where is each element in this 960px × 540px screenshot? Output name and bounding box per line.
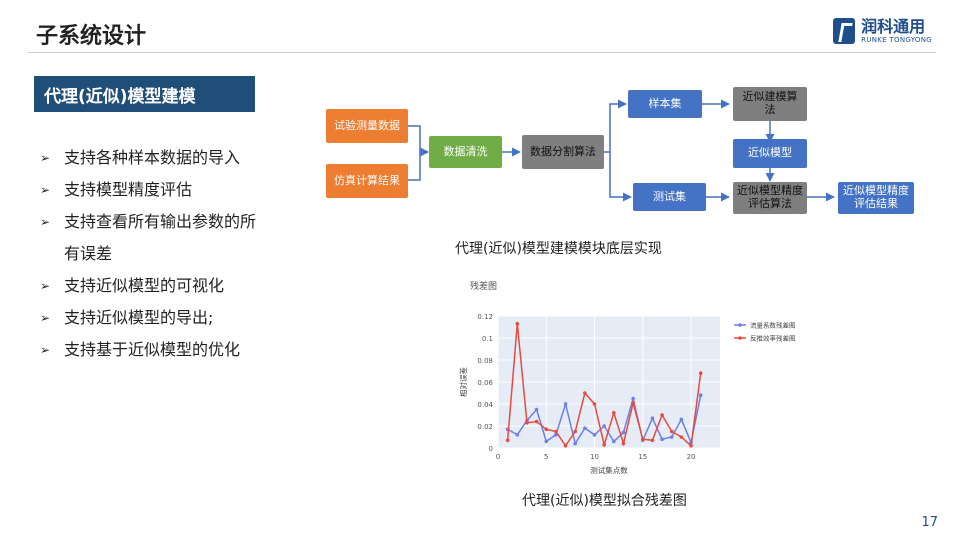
node-approx-modeling-algorithm: 近似建模算法 xyxy=(733,87,807,121)
legend-label: 反推效率残差图 xyxy=(750,334,796,343)
y-tick-label: 0.06 xyxy=(477,379,493,387)
legend-label: 流量系数残差图 xyxy=(750,321,796,330)
flow-connectors xyxy=(408,99,835,202)
x-tick-label: 5 xyxy=(544,453,548,461)
data-point xyxy=(602,424,606,428)
logo-mark-icon xyxy=(833,18,856,44)
data-point xyxy=(534,407,539,412)
x-tick-label: 15 xyxy=(638,453,647,461)
data-point xyxy=(592,402,597,406)
y-tick-label: 0.1 xyxy=(482,335,493,343)
data-point xyxy=(612,411,616,415)
list-item: ➢ 支持近似模型的可视化 xyxy=(40,270,260,302)
list-item: ➢ 支持模型精度评估 xyxy=(40,174,260,206)
data-point xyxy=(698,371,703,375)
data-point xyxy=(515,433,520,437)
arrow-bullet-icon: ➢ xyxy=(40,311,51,325)
y-tick-label: 0.04 xyxy=(477,401,493,409)
data-point xyxy=(698,393,703,397)
y-tick-label: 0.08 xyxy=(477,357,493,365)
node-accuracy-eval-result: 近似模型精度评估结果 xyxy=(838,182,914,214)
arrow-bullet-icon: ➢ xyxy=(40,279,51,293)
x-tick-label: 0 xyxy=(496,453,500,461)
node-sample-set: 样本集 xyxy=(628,90,702,118)
data-point xyxy=(525,420,529,425)
list-item: ➢ 支持查看所有输出参数的所有误差 xyxy=(40,206,260,270)
data-point xyxy=(544,439,549,444)
arrow-bullet-icon: ➢ xyxy=(40,343,51,357)
legend-marker xyxy=(738,323,742,327)
data-point xyxy=(573,441,578,446)
data-point xyxy=(679,435,684,439)
data-point xyxy=(554,429,558,434)
list-item: ➢ 支持各种样本数据的导入 xyxy=(40,142,260,174)
x-axis-label: 测试集点数 xyxy=(590,465,628,475)
data-point xyxy=(592,433,597,437)
node-data-split-algorithm: 数据分割算法 xyxy=(522,135,604,169)
data-point xyxy=(515,321,520,326)
data-point xyxy=(505,438,510,443)
arrow-bullet-icon: ➢ xyxy=(40,151,51,165)
x-tick-label: 10 xyxy=(590,453,599,461)
data-point xyxy=(621,441,626,446)
logo-chinese-name: 润科通用 xyxy=(861,16,926,36)
node-simulation-results: 仿真计算结果 xyxy=(326,164,408,198)
chart-caption: 代理(近似)模型拟合残差图 xyxy=(522,493,687,509)
list-item: ➢ 支持近似模型的导出; xyxy=(40,302,260,334)
data-point xyxy=(631,396,635,401)
y-tick-label: 0.12 xyxy=(477,313,493,321)
data-point xyxy=(563,444,568,448)
data-point xyxy=(612,439,616,444)
y-tick-label: 0.02 xyxy=(477,423,493,431)
page-number: 17 xyxy=(921,515,938,530)
list-item: ➢ 支持基于近似模型的优化 xyxy=(40,334,260,366)
node-accuracy-eval-algorithm: 近似模型精度评估算法 xyxy=(733,182,807,214)
data-point xyxy=(583,426,587,430)
data-point xyxy=(534,419,539,424)
data-point xyxy=(583,391,587,395)
feature-list: ➢ 支持各种样本数据的导入 ➢ 支持模型精度评估 ➢ 支持查看所有输出参数的所有误差 … xyxy=(40,142,260,366)
y-tick-label: 0 xyxy=(489,445,493,453)
legend-marker xyxy=(738,336,742,340)
data-point xyxy=(669,429,674,434)
data-point xyxy=(669,435,674,439)
section-heading: 代理(近似)模型建模 xyxy=(34,76,255,112)
data-point xyxy=(631,401,635,405)
data-point xyxy=(544,427,549,432)
residual-chart: 0 0.02 0.04 0.06 0.08 0.1 0.12 0 5 10 15 20 测试集点数 相对误… xyxy=(452,270,832,485)
data-point xyxy=(679,417,684,422)
data-point xyxy=(640,437,645,441)
y-axis-label: 相对误差 xyxy=(458,367,468,397)
data-point xyxy=(650,416,655,421)
x-tick-label: 20 xyxy=(687,453,696,461)
slide-title: 子系统设计 xyxy=(36,24,147,49)
data-point xyxy=(602,442,606,447)
logo-english-name: RUNKE TONGYONG xyxy=(861,35,932,44)
node-test-measurement-data: 试验测量数据 xyxy=(326,109,408,143)
data-point xyxy=(660,437,664,441)
modeling-flow-diagram: 试验测量数据 仿真计算结果 数据清洗 数据分割算法 样本集 测试集 近似建模算法… xyxy=(320,78,920,228)
arrow-bullet-icon: ➢ xyxy=(40,215,51,229)
data-point xyxy=(573,429,578,434)
data-point xyxy=(650,438,655,443)
data-point xyxy=(563,402,568,406)
node-data-cleaning: 数据清洗 xyxy=(429,136,502,168)
node-test-set: 测试集 xyxy=(633,183,706,211)
data-point xyxy=(621,430,626,435)
data-point xyxy=(660,413,664,417)
company-logo: 润科通用 RUNKE TONGYONG xyxy=(833,18,932,44)
arrow-bullet-icon: ➢ xyxy=(40,183,51,197)
data-point xyxy=(689,444,693,448)
header-divider xyxy=(28,52,936,53)
residual-chart-svg: 0 0.02 0.04 0.06 0.08 0.1 0.12 0 5 10 15 20 测试集点数 相对误… xyxy=(458,313,796,475)
diagram-caption: 代理(近似)模型建模模块底层实现 xyxy=(455,241,662,257)
node-approx-model: 近似模型 xyxy=(733,139,807,168)
